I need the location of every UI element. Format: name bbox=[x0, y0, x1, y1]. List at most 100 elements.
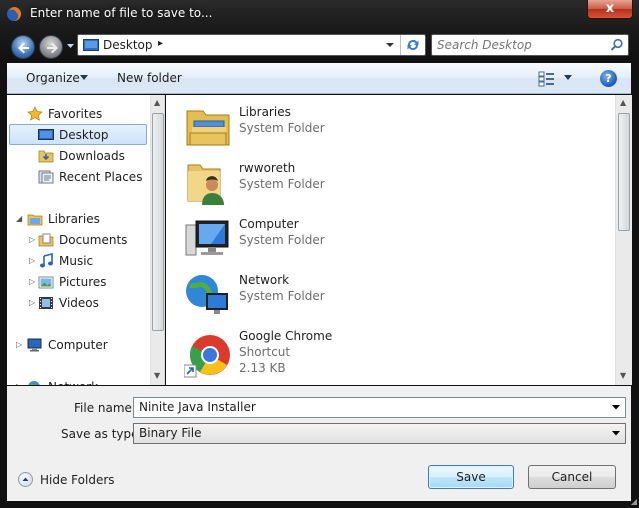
search-box[interactable] bbox=[431, 34, 629, 56]
organize-button[interactable]: Organize bbox=[26, 71, 80, 85]
recent-pages-dropdown-icon[interactable] bbox=[66, 41, 75, 51]
search-icon[interactable] bbox=[610, 38, 624, 52]
sidebar-item-label: Documents bbox=[59, 233, 128, 247]
file-name-label: File name: bbox=[74, 401, 136, 415]
file-type: System Folder bbox=[239, 121, 325, 135]
list-item-user-folder[interactable]: rwworeth System Folder bbox=[184, 159, 604, 211]
sidebar-item-label: Videos bbox=[59, 296, 99, 310]
computer-icon bbox=[27, 338, 42, 352]
expand-arrow-icon[interactable]: ▷ bbox=[29, 235, 35, 244]
save-form: File name: Save as type: Binary File Hid… bbox=[7, 386, 631, 501]
close-button[interactable]: x bbox=[587, 0, 633, 19]
file-list-scroll-thumb[interactable] bbox=[618, 113, 630, 231]
partial-item-icon bbox=[184, 381, 232, 385]
user-folder-icon bbox=[187, 164, 224, 205]
command-bar: Organize New folder ? bbox=[7, 63, 631, 94]
file-type: System Folder bbox=[239, 233, 325, 247]
sidebar-scroll-thumb[interactable] bbox=[152, 113, 164, 331]
address-dropdown-icon[interactable] bbox=[382, 38, 398, 52]
file-name: Libraries bbox=[239, 105, 291, 119]
star-icon bbox=[27, 106, 43, 121]
save-type-select[interactable]: Binary File bbox=[133, 423, 626, 444]
list-item-libraries[interactable]: Libraries System Folder bbox=[184, 103, 604, 155]
file-type: Shortcut bbox=[239, 345, 291, 359]
new-folder-button[interactable]: New folder bbox=[117, 71, 182, 85]
window-title: Enter name of file to save to... bbox=[30, 6, 213, 20]
sidebar-item-label: Computer bbox=[48, 338, 108, 352]
file-type: System Folder bbox=[239, 289, 325, 303]
file-name-field[interactable] bbox=[139, 400, 599, 414]
network-icon bbox=[186, 275, 228, 314]
sidebar-item-label: Network bbox=[48, 377, 98, 385]
expand-arrow-icon[interactable]: ▷ bbox=[29, 256, 35, 265]
address-bar[interactable]: Desktop ▸ bbox=[77, 34, 426, 56]
list-item-computer[interactable]: Computer System Folder bbox=[184, 215, 604, 267]
list-item-network[interactable]: Network System Folder bbox=[184, 271, 604, 323]
file-name-combobox[interactable] bbox=[133, 397, 626, 418]
navigation-pane[interactable]: Favorites Desktop Downloads Recent Place… bbox=[7, 95, 165, 385]
libraries-icon bbox=[27, 214, 43, 226]
help-button[interactable]: ? bbox=[600, 70, 617, 87]
network-icon bbox=[28, 381, 40, 385]
file-name: Google Chrome bbox=[239, 329, 333, 343]
sidebar-item-label: Music bbox=[59, 254, 94, 268]
sidebar-item-label: Recent Places bbox=[59, 170, 143, 184]
views-dropdown-icon[interactable] bbox=[564, 75, 572, 81]
save-button[interactable]: Save bbox=[428, 465, 514, 489]
sidebar-item-label: Downloads bbox=[59, 149, 125, 163]
chrome-icon bbox=[184, 335, 230, 378]
expand-arrow-icon[interactable]: ▷ bbox=[16, 382, 22, 385]
scroll-down-icon[interactable]: ▼ bbox=[620, 371, 626, 380]
file-name: Computer bbox=[239, 217, 299, 231]
sidebar-scrollbar[interactable]: ▲ ▼ bbox=[150, 95, 164, 385]
chevron-down-icon[interactable] bbox=[612, 431, 620, 436]
search-input[interactable] bbox=[437, 38, 607, 52]
file-name: rwworeth bbox=[239, 161, 296, 175]
chevron-down-icon[interactable] bbox=[612, 405, 620, 410]
videos-icon bbox=[39, 297, 53, 309]
file-list-scrollbar[interactable]: ▲ ▼ bbox=[615, 95, 632, 385]
view-options-icon[interactable] bbox=[538, 71, 556, 87]
file-name: Network bbox=[239, 273, 290, 287]
pictures-icon bbox=[38, 276, 54, 289]
sidebar-item-label: Favorites bbox=[48, 107, 103, 121]
file-list-pane[interactable]: Libraries System Folder rwworeth System … bbox=[166, 95, 632, 385]
save-dialog-window: Enter name of file to save to... x Deskt… bbox=[0, 0, 639, 508]
expand-arrow-icon[interactable]: ▷ bbox=[29, 277, 35, 286]
address-text[interactable]: Desktop bbox=[103, 38, 153, 52]
list-item-partial[interactable] bbox=[184, 381, 604, 385]
chevron-down-icon[interactable] bbox=[80, 75, 88, 81]
refresh-icon bbox=[407, 40, 419, 50]
documents-icon bbox=[38, 233, 54, 247]
forward-button[interactable] bbox=[39, 35, 63, 59]
cancel-button[interactable]: Cancel bbox=[528, 465, 616, 489]
desktop-icon bbox=[38, 129, 54, 140]
hide-folders-label: Hide Folders bbox=[40, 473, 115, 487]
save-type-label: Save as type: bbox=[61, 427, 143, 441]
refresh-button[interactable] bbox=[400, 35, 425, 55]
expand-arrow-icon[interactable]: ▷ bbox=[16, 340, 22, 349]
recent-places-icon bbox=[38, 170, 54, 184]
collapse-up-icon bbox=[18, 472, 33, 487]
file-type: System Folder bbox=[239, 177, 325, 191]
scroll-down-icon[interactable]: ▼ bbox=[154, 371, 160, 380]
list-item-google-chrome[interactable]: Google Chrome Shortcut 2.13 KB bbox=[184, 327, 604, 379]
desktop-small-icon bbox=[83, 39, 99, 51]
forward-arrow-icon bbox=[47, 42, 58, 54]
music-icon bbox=[40, 253, 53, 268]
file-size: 2.13 KB bbox=[239, 361, 286, 375]
sidebar-item-label: Libraries bbox=[48, 212, 100, 226]
scroll-up-icon[interactable]: ▲ bbox=[154, 98, 160, 107]
expand-arrow-icon[interactable]: ◢ bbox=[16, 214, 22, 223]
breadcrumb-chevron-icon[interactable]: ▸ bbox=[158, 38, 163, 49]
sidebar-item-label: Pictures bbox=[59, 275, 107, 289]
save-type-value[interactable]: Binary File bbox=[139, 426, 201, 440]
firefox-icon bbox=[7, 7, 21, 21]
computer-icon bbox=[185, 220, 229, 256]
back-button[interactable] bbox=[11, 35, 35, 59]
back-arrow-icon bbox=[18, 42, 29, 54]
libraries-folder-icon bbox=[186, 110, 230, 146]
resize-grip-icon[interactable]: ◢ bbox=[631, 497, 637, 506]
scroll-up-icon[interactable]: ▲ bbox=[620, 98, 626, 107]
expand-arrow-icon[interactable]: ▷ bbox=[29, 298, 35, 307]
